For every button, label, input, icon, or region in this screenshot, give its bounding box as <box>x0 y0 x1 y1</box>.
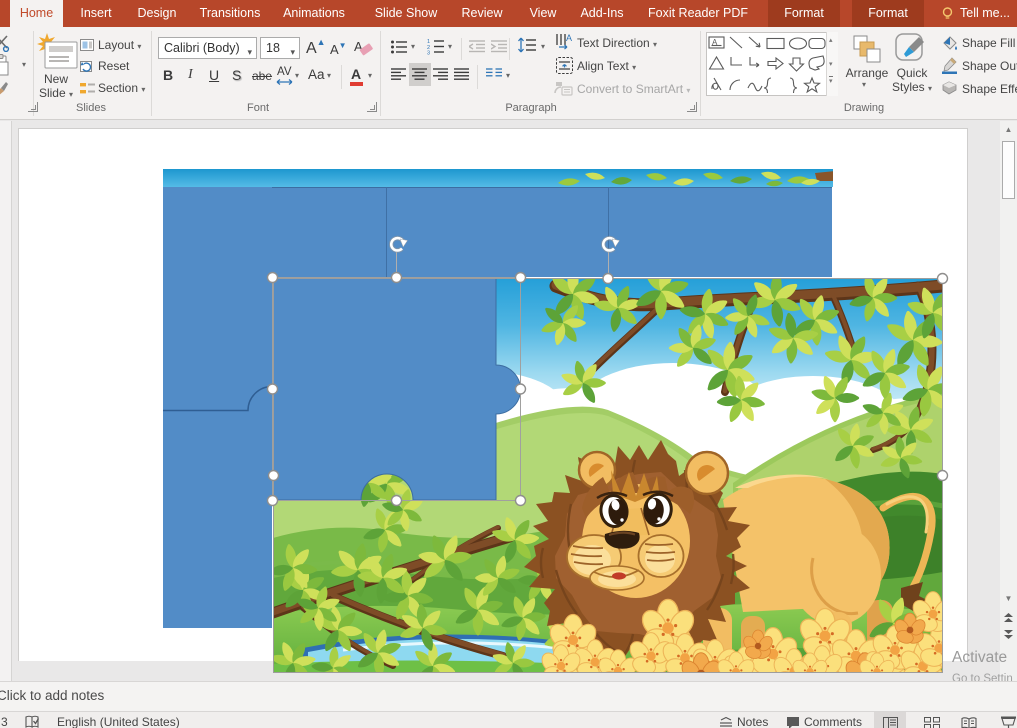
svg-text:A: A <box>566 33 572 43</box>
svg-text:A: A <box>712 38 718 47</box>
svg-text:3: 3 <box>427 51 430 56</box>
